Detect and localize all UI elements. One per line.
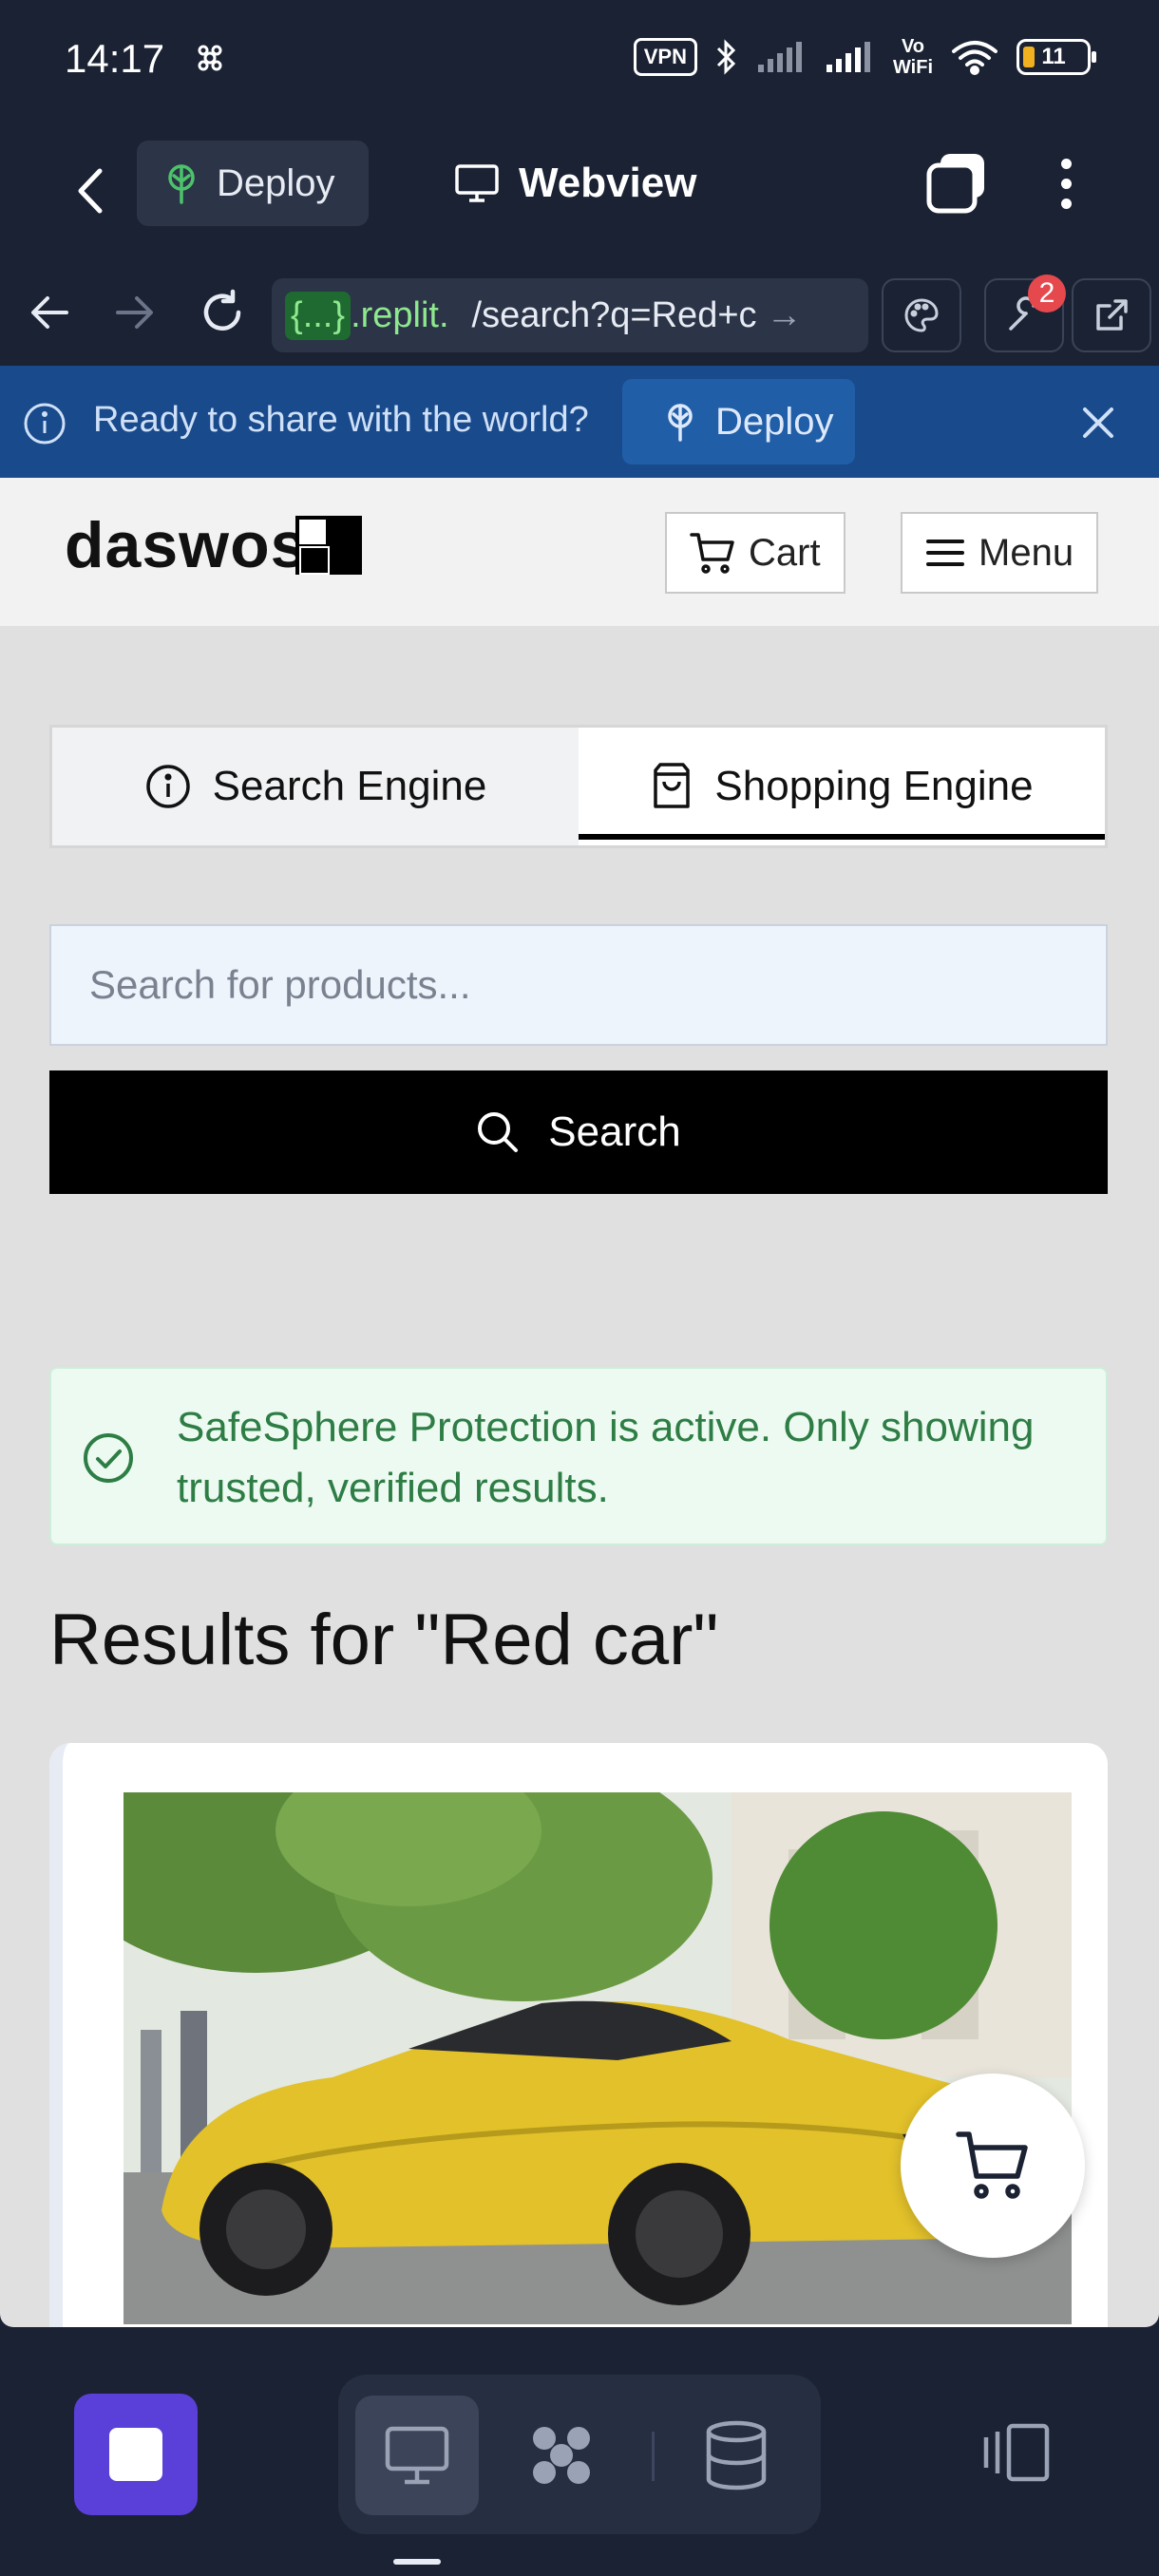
url-path: /search?q=Red+c (471, 294, 757, 335)
tabs-icon (926, 154, 984, 214)
url-go-arrow[interactable]: → (767, 295, 803, 336)
vowifi-top: Vo (901, 36, 925, 57)
layout-button[interactable] (980, 2422, 1053, 2483)
webview: daswos Cart Menu Search Engine Shopping … (0, 478, 1159, 2327)
deploy-tab-label: Deploy (217, 161, 335, 204)
url-domain: .replit. (351, 294, 449, 335)
logo-text: daswos (65, 509, 308, 581)
tab-search-engine[interactable]: Search Engine (52, 728, 579, 845)
devtools-button[interactable]: 2 (984, 275, 1066, 352)
banner-text: Ready to share with the world? (93, 400, 589, 440)
status-time: 14:17 (65, 36, 165, 81)
cart-button[interactable]: Cart (665, 512, 846, 594)
database-icon (706, 2420, 767, 2491)
theme-button[interactable] (882, 278, 961, 352)
deploy-icon (668, 404, 693, 442)
stop-button[interactable] (74, 2394, 198, 2515)
bluetooth-icon (716, 39, 736, 75)
site-logo[interactable]: daswos (65, 508, 363, 582)
url-bar: {...} .replit. /search?q=Red+c → 2 (0, 263, 1159, 366)
check-circle-icon (84, 1433, 133, 1483)
arrow-left-icon (31, 296, 68, 329)
more-options-button[interactable] (1045, 150, 1087, 217)
reload-icon (203, 289, 241, 331)
cart-label: Cart (749, 531, 821, 574)
monitor-icon (385, 2426, 449, 2485)
signal-icon (757, 42, 802, 72)
vpn-indicator: VPN (633, 38, 697, 76)
engine-tabs: Search Engine Shopping Engine (49, 725, 1108, 848)
devtools-badge: 2 (1028, 275, 1066, 313)
menu-label: Menu (978, 531, 1074, 574)
status-icons: VPN Vo WiFi 11 (633, 36, 1096, 78)
layout-icon (983, 2423, 1050, 2482)
deploy-icon (168, 164, 195, 204)
yellow-sports-car-photo (124, 1792, 1072, 2324)
tab-shopping-engine[interactable]: Shopping Engine (579, 728, 1105, 845)
palette-icon (904, 298, 939, 332)
wifi-icon (952, 41, 998, 75)
battery-indicator: 11 (1016, 39, 1096, 75)
tab-search-engine-label: Search Engine (212, 763, 487, 809)
search-button[interactable]: Search (49, 1070, 1108, 1194)
search-button-label: Search (548, 1108, 681, 1155)
reload-button[interactable] (192, 282, 253, 343)
webview-tab-label: Webview (519, 160, 697, 206)
open-external-button[interactable] (1072, 278, 1151, 352)
vowifi-bottom: WiFi (892, 57, 933, 78)
banner-deploy-button[interactable]: Deploy (622, 379, 855, 464)
tool-switcher (338, 2375, 821, 2534)
tab-shopping-engine-label: Shopping Engine (714, 763, 1034, 809)
more-icon (1060, 158, 1072, 169)
tabs-button[interactable] (923, 150, 990, 217)
webview-tab[interactable]: Webview (454, 150, 696, 217)
menu-icon (926, 540, 964, 566)
info-icon (24, 403, 66, 445)
signal-icon-2 (826, 42, 870, 72)
url-field[interactable]: {...} .replit. /search?q=Red+c → (272, 278, 868, 352)
info-icon (145, 765, 190, 808)
back-button[interactable] (57, 158, 124, 224)
back-icon (78, 168, 103, 214)
status-app-icon (194, 42, 226, 74)
forward-icon (116, 296, 153, 329)
deploy-banner: Ready to share with the world? Deploy (0, 366, 1159, 478)
search-input[interactable] (49, 924, 1108, 1046)
product-image[interactable] (124, 1792, 1072, 2324)
banner-deploy-label: Deploy (715, 400, 834, 443)
search-icon (478, 1112, 519, 1152)
browser-forward-button[interactable] (104, 282, 165, 343)
cart-icon (690, 533, 734, 574)
vowifi-indicator: Vo WiFi (893, 36, 933, 78)
results-title: Results for "Red car" (49, 1600, 719, 1680)
deploy-tab[interactable]: Deploy (137, 141, 369, 226)
agent-icon (533, 2427, 590, 2484)
menu-button[interactable]: Menu (901, 512, 1099, 594)
status-bar: 14:17 VPN Vo WiFi 11 (0, 0, 1159, 123)
site-header: daswos Cart Menu (0, 478, 1159, 626)
app-header: Deploy Webview (0, 123, 1159, 387)
bottom-toolbar (0, 2327, 1159, 2576)
database-tool[interactable] (674, 2396, 798, 2515)
webview-tool[interactable] (355, 2396, 479, 2515)
cart-icon (956, 2131, 1028, 2199)
browser-back-button[interactable] (19, 282, 80, 343)
floating-cart-button[interactable] (901, 2074, 1085, 2258)
url-host-badge: {...} (285, 291, 352, 340)
agent-tool[interactable] (500, 2396, 623, 2515)
shopping-bag-icon (654, 763, 691, 808)
monitor-icon (455, 164, 499, 202)
external-link-icon (1096, 299, 1128, 331)
safesphere-alert: SafeSphere Protection is active. Only sh… (49, 1367, 1108, 1545)
close-icon[interactable] (1075, 400, 1121, 445)
logo-mark-icon (295, 516, 363, 575)
alert-text: SafeSphere Protection is active. Only sh… (177, 1404, 1035, 1511)
stop-icon (109, 2428, 162, 2481)
tool-divider (652, 2432, 655, 2481)
home-indicator (393, 2559, 441, 2565)
